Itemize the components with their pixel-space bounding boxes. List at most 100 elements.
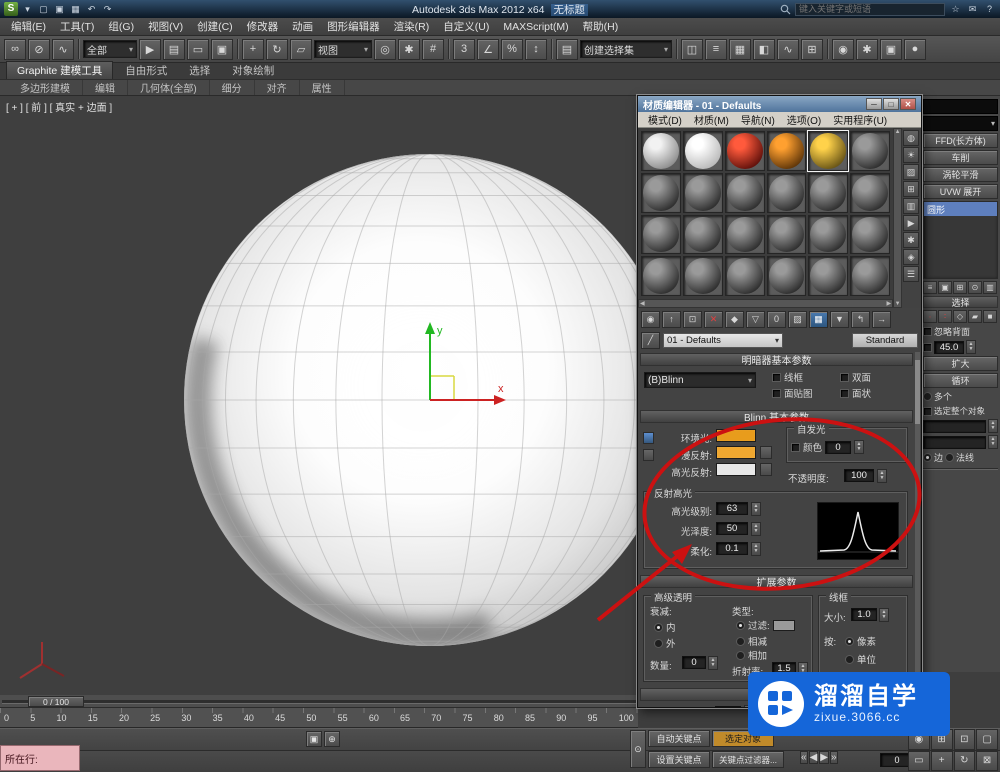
specular-color-swatch[interactable] <box>716 463 756 476</box>
ribbon-panel[interactable]: 编辑 <box>83 80 128 95</box>
edge-subobject-icon[interactable]: ∶ <box>938 310 952 323</box>
checkbox[interactable] <box>840 389 849 398</box>
slots-v-scrollbar[interactable]: ▲▼ <box>893 128 902 308</box>
render-production-icon[interactable]: ● <box>904 39 926 60</box>
glossiness-field[interactable]: 50 <box>716 522 748 535</box>
material-editor-menu-item[interactable]: 模式(D) <box>642 112 688 127</box>
shader-flag[interactable]: 双面 <box>840 370 904 384</box>
grow-button[interactable]: 扩大 <box>923 356 998 371</box>
material-sample-slot[interactable] <box>641 173 681 213</box>
amount-spinner[interactable] <box>708 656 718 670</box>
diffuse-specular-lock-icon[interactable] <box>643 449 654 461</box>
edge-radio[interactable] <box>923 453 932 462</box>
auto-key-button[interactable]: 自动关键点 <box>648 730 710 747</box>
show-map-in-viewport-icon[interactable]: ▦ <box>809 311 828 328</box>
select-and-manipulate-icon[interactable]: ✱ <box>398 39 420 60</box>
material-sample-slot[interactable] <box>808 215 848 255</box>
material-sample-slot[interactable] <box>767 131 807 171</box>
type-filter-radio[interactable] <box>736 621 745 630</box>
close-button[interactable]: ✕ <box>900 98 916 110</box>
ribbon-panel[interactable]: 对齐 <box>255 80 300 95</box>
angle-spinner[interactable] <box>966 340 976 354</box>
rendered-frame-window-icon[interactable]: ▣ <box>880 39 902 60</box>
value-spinner[interactable] <box>988 419 998 433</box>
scroll-right-icon[interactable]: ▶ <box>886 300 891 307</box>
ribbon-tab[interactable]: 对象绘制 <box>222 62 284 79</box>
select-and-rotate-icon[interactable]: ↻ <box>266 39 288 60</box>
snaps-toggle-icon[interactable]: 3 <box>453 39 475 60</box>
video-color-check-icon[interactable]: ▥ <box>903 198 919 214</box>
wire-size-spinner[interactable] <box>879 608 889 622</box>
use-pivot-center-icon[interactable]: ◎ <box>374 39 396 60</box>
rollout-scrollbar[interactable] <box>915 352 920 705</box>
menu-item[interactable]: 编辑(E) <box>4 18 53 35</box>
ribbon-panel[interactable]: 多边形建模 <box>8 80 83 95</box>
opacity-field[interactable]: 100 <box>844 469 874 482</box>
time-slider-track[interactable] <box>2 700 636 703</box>
opacity-spinner[interactable] <box>877 469 887 483</box>
ignore-backfacing-checkbox[interactable] <box>923 327 932 336</box>
ribbon-toggle-icon[interactable]: ◧ <box>753 39 775 60</box>
material-name-dropdown[interactable]: 01 - Defaults▾ <box>663 333 783 348</box>
ribbon-panel[interactable]: 属性 <box>300 80 345 95</box>
app-menu-chevron-icon[interactable]: ▾ <box>21 3 34 16</box>
pan-view-icon[interactable]: + <box>931 751 953 772</box>
put-material-to-scene-icon[interactable]: ↑ <box>662 311 681 328</box>
zoom-region-icon[interactable]: ▭ <box>908 751 930 772</box>
selection-lock-icon[interactable]: ▣ <box>306 731 322 747</box>
wire-size-field[interactable]: 1.0 <box>851 608 877 621</box>
bind-to-space-warp-icon[interactable]: ∿ <box>52 39 74 60</box>
checkbox[interactable] <box>772 389 781 398</box>
redo-icon[interactable]: ↷ <box>101 3 114 16</box>
show-end-result-icon[interactable]: ▣ <box>938 281 952 294</box>
material-editor-menu-item[interactable]: 材质(M) <box>688 112 735 127</box>
self-illumination-field[interactable]: 0 <box>825 441 851 454</box>
material-editor-icon[interactable]: ◉ <box>832 39 854 60</box>
modifier-set-button[interactable]: UVW 展开 <box>923 184 998 199</box>
favorites-star-icon[interactable]: ☆ <box>949 3 962 16</box>
pick-material-from-object-icon[interactable]: ╱ <box>641 332 660 349</box>
material-sample-slot[interactable] <box>808 131 848 171</box>
time-slider[interactable]: 0 / 100 <box>0 695 638 708</box>
transform-gizmo[interactable]: y x <box>360 318 520 438</box>
play-animation-icon[interactable]: ▶ <box>819 751 829 764</box>
save-file-icon[interactable]: ▦ <box>69 3 82 16</box>
select-and-link-icon[interactable]: ∞ <box>4 39 26 60</box>
viewport-label[interactable]: [ + ] [ 前 ] [ 真实 + 边面 ] <box>6 99 112 114</box>
unlink-selection-icon[interactable]: ⊘ <box>28 39 50 60</box>
maximize-viewport-toggle-icon[interactable]: ⊠ <box>976 751 998 772</box>
make-material-copy-icon[interactable]: ◆ <box>725 311 744 328</box>
by-angle-checkbox[interactable] <box>923 343 932 352</box>
orbit-icon[interactable]: ↻ <box>954 751 976 772</box>
value-field[interactable] <box>923 436 986 449</box>
backlight-icon[interactable]: ☀ <box>903 147 919 163</box>
shader-flag[interactable]: 面状 <box>840 386 904 400</box>
material-sample-slot[interactable] <box>767 256 807 296</box>
make-unique-icon[interactable]: ⊞ <box>953 281 967 294</box>
specular-level-spinner[interactable] <box>751 502 761 516</box>
checkbox[interactable] <box>772 373 781 382</box>
ribbon-tab[interactable]: 选择 <box>179 62 220 79</box>
rollout-scrollbar-thumb[interactable] <box>915 360 920 424</box>
material-map-navigator-icon[interactable]: ☰ <box>903 266 919 282</box>
material-sample-slot[interactable] <box>683 215 723 255</box>
menu-item[interactable]: 帮助(H) <box>576 18 626 35</box>
menu-item[interactable]: 工具(T) <box>53 18 101 35</box>
units-radio[interactable] <box>845 655 854 664</box>
soften-spinner[interactable] <box>751 542 761 556</box>
soften-field[interactable]: 0.1 <box>716 542 748 555</box>
modifier-list-dropdown[interactable]: ▾ <box>923 116 998 131</box>
select-by-name-icon[interactable]: ▤ <box>163 39 185 60</box>
communication-center-icon[interactable]: ✉ <box>966 3 979 16</box>
material-sample-slot[interactable] <box>767 173 807 213</box>
set-keys-icon[interactable]: ⊙ <box>630 730 646 768</box>
select-by-material-icon[interactable]: ◈ <box>903 249 919 265</box>
menu-item[interactable]: 自定义(U) <box>436 18 496 35</box>
material-sample-slot[interactable] <box>725 256 765 296</box>
specular-map-button[interactable] <box>760 463 772 476</box>
material-sample-slot[interactable] <box>850 173 890 213</box>
menu-item[interactable]: 组(G) <box>101 18 141 35</box>
loop-button[interactable]: 循环 <box>923 373 998 388</box>
spinner-snap-icon[interactable]: ↕ <box>525 39 547 60</box>
material-type-button[interactable]: Standard <box>852 333 918 348</box>
